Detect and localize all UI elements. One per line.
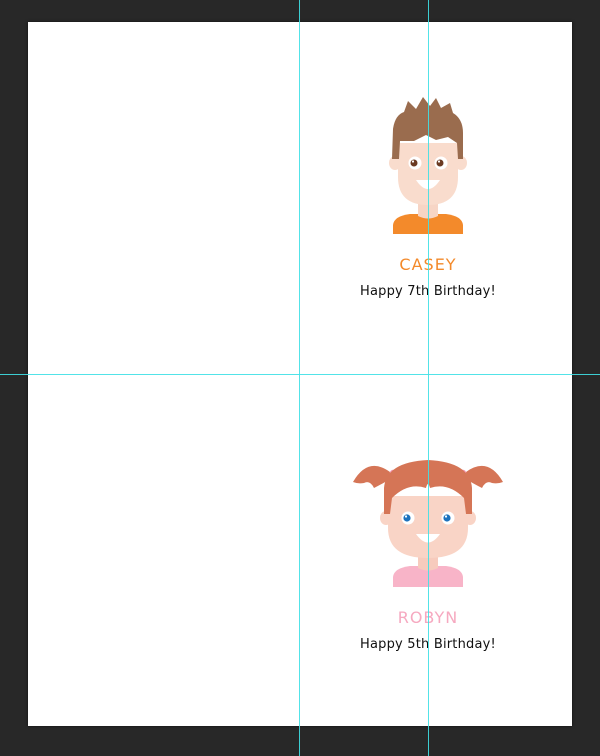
vertical-guide-right[interactable] [428,0,429,756]
vertical-guide-center[interactable] [299,0,300,756]
horizontal-guide-middle[interactable] [0,374,600,375]
